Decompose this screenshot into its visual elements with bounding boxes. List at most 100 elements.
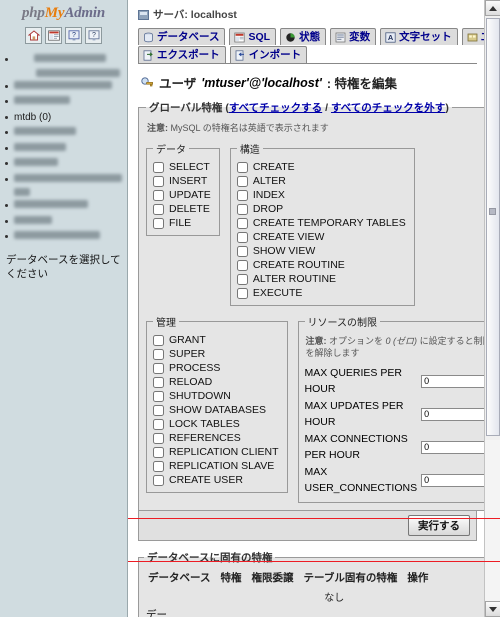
status-icon — [286, 32, 295, 42]
legend-separator: / — [325, 102, 329, 114]
phpmyadmin-logo[interactable]: phpMyAdmin — [0, 0, 127, 24]
vertical-scrollbar[interactable] — [484, 0, 500, 617]
privilege-row[interactable]: SELECT — [153, 160, 211, 174]
list-item[interactable] — [5, 200, 123, 212]
data-privileges-fieldset: データ SELECT INSERT UPDATE DELETE FILE — [146, 141, 220, 236]
checkbox-process[interactable] — [153, 362, 164, 374]
privilege-row[interactable]: CREATE USER — [153, 473, 279, 487]
documentation-icon[interactable]: ? — [65, 27, 82, 44]
scrollbar-thumb[interactable] — [486, 18, 500, 436]
checkbox-alter-routine[interactable] — [236, 273, 248, 285]
checkbox-replication-client[interactable] — [153, 446, 164, 458]
add-db-privilege-label: データベースに特権を追加: — [146, 609, 167, 617]
privilege-row[interactable]: SHOW VIEW — [236, 244, 406, 258]
checkbox-select[interactable] — [153, 161, 164, 173]
privilege-row[interactable]: GRANT — [153, 333, 279, 347]
global-privileges-submit-button[interactable]: 実行する — [408, 515, 470, 536]
privilege-row[interactable]: SUPER — [153, 347, 279, 361]
checkbox-execute[interactable] — [236, 287, 248, 299]
privilege-row[interactable]: INDEX — [236, 188, 406, 202]
server-icon — [138, 9, 149, 20]
privilege-row[interactable]: REFERENCES — [153, 431, 279, 445]
list-item[interactable] — [5, 215, 123, 228]
home-icon[interactable] — [25, 27, 42, 44]
checkbox-create-user[interactable] — [153, 474, 164, 486]
privilege-row[interactable]: RELOAD — [153, 375, 279, 389]
list-item[interactable] — [5, 80, 123, 93]
privilege-row[interactable]: UPDATE — [153, 188, 211, 202]
column-table-privileges[interactable]: テーブル固有の特権 — [303, 570, 397, 585]
checkbox-replication-slave[interactable] — [153, 460, 164, 472]
checkbox-alter[interactable] — [236, 175, 248, 187]
checkbox-file[interactable] — [153, 217, 164, 229]
list-item[interactable] — [5, 127, 123, 139]
tab-status[interactable]: 状態 — [280, 28, 327, 45]
checkbox-create-view[interactable] — [236, 231, 248, 243]
checkbox-shutdown[interactable] — [153, 390, 164, 402]
checkbox-lock-tables[interactable] — [153, 418, 164, 430]
tab-label: データベース — [157, 31, 220, 43]
privilege-row[interactable]: INSERT — [153, 174, 211, 188]
column-privileges[interactable]: 特権 — [220, 570, 241, 585]
column-action[interactable]: 操作 — [407, 570, 428, 585]
checkbox-drop[interactable] — [236, 203, 248, 215]
checkbox-index[interactable] — [236, 189, 248, 201]
check-all-link[interactable]: すべてチェックする — [229, 102, 322, 114]
checkbox-insert[interactable] — [153, 175, 164, 187]
privilege-row[interactable]: LOCK TABLES — [153, 417, 279, 431]
list-item[interactable] — [5, 158, 123, 170]
privilege-row[interactable]: PROCESS — [153, 361, 279, 375]
privilege-row[interactable]: CREATE TEMPORARY TABLES — [236, 216, 406, 230]
privilege-row[interactable]: REPLICATION SLAVE — [153, 459, 279, 473]
db-privileges-fieldset: データベースに固有の特権 データベース 特権 権限委譲 テーブル固有の特権 操作… — [138, 550, 500, 617]
scroll-down-button[interactable] — [485, 601, 500, 617]
column-grant[interactable]: 権限委譲 — [251, 570, 293, 585]
checkbox-update[interactable] — [153, 189, 164, 201]
checkbox-create-temporary-tables[interactable] — [236, 217, 248, 229]
resource-row: MAX CONNECTIONS PER HOUR — [305, 431, 500, 463]
list-item[interactable] — [5, 96, 123, 108]
checkbox-grant[interactable] — [153, 334, 164, 346]
checkbox-super[interactable] — [153, 348, 164, 360]
checkbox-show-databases[interactable] — [153, 404, 164, 416]
uncheck-all-link[interactable]: すべてのチェックを外す — [331, 102, 445, 114]
checkbox-references[interactable] — [153, 432, 164, 444]
checkbox-create[interactable] — [236, 161, 248, 173]
checkbox-show-view[interactable] — [236, 245, 248, 257]
privilege-row[interactable]: EXECUTE — [236, 286, 406, 300]
list-item[interactable] — [5, 142, 123, 155]
list-item[interactable] — [5, 231, 123, 243]
list-item[interactable] — [5, 173, 123, 196]
privilege-row[interactable]: ALTER — [236, 174, 406, 188]
privilege-row[interactable]: REPLICATION CLIENT — [153, 445, 279, 459]
tab-databases[interactable]: データベース — [138, 28, 226, 45]
privilege-label: DELETE — [169, 203, 210, 215]
privilege-row[interactable]: SHOW DATABASES — [153, 403, 279, 417]
privilege-row[interactable]: DROP — [236, 202, 406, 216]
tab-variables[interactable]: 変数 — [330, 28, 377, 45]
privilege-row[interactable]: DELETE — [153, 202, 211, 216]
scroll-up-button[interactable] — [485, 0, 500, 16]
tab-sql[interactable]: SQL — [229, 28, 277, 45]
checkbox-reload[interactable] — [153, 376, 164, 388]
checkbox-create-routine[interactable] — [236, 259, 248, 271]
privilege-row[interactable]: ALTER ROUTINE — [236, 272, 406, 286]
scrollbar-track[interactable] — [485, 440, 500, 601]
privilege-row[interactable]: CREATE ROUTINE — [236, 258, 406, 272]
resource-note-label: 注意: — [305, 336, 327, 346]
list-item-mtdb[interactable]: mtdb (0) — [5, 112, 123, 124]
privilege-row[interactable]: SHUTDOWN — [153, 389, 279, 403]
help-icon[interactable]: ? — [85, 27, 102, 44]
checkbox-delete[interactable] — [153, 203, 164, 215]
sql-query-icon[interactable] — [45, 27, 62, 44]
privilege-row[interactable]: CREATE — [236, 160, 406, 174]
column-database[interactable]: データベース — [148, 570, 210, 585]
list-item[interactable] — [5, 54, 123, 77]
tab-charset[interactable]: A 文字セット — [380, 28, 458, 45]
privilege-row[interactable]: FILE — [153, 216, 211, 230]
tab-import[interactable]: インポート — [229, 46, 308, 63]
privilege-row[interactable]: CREATE VIEW — [236, 230, 406, 244]
import-icon — [235, 49, 244, 61]
tab-export[interactable]: エクスポート — [138, 46, 226, 63]
page-title: ユーザ 'mtuser'@'localhost' : 特権を編集 — [140, 73, 477, 92]
